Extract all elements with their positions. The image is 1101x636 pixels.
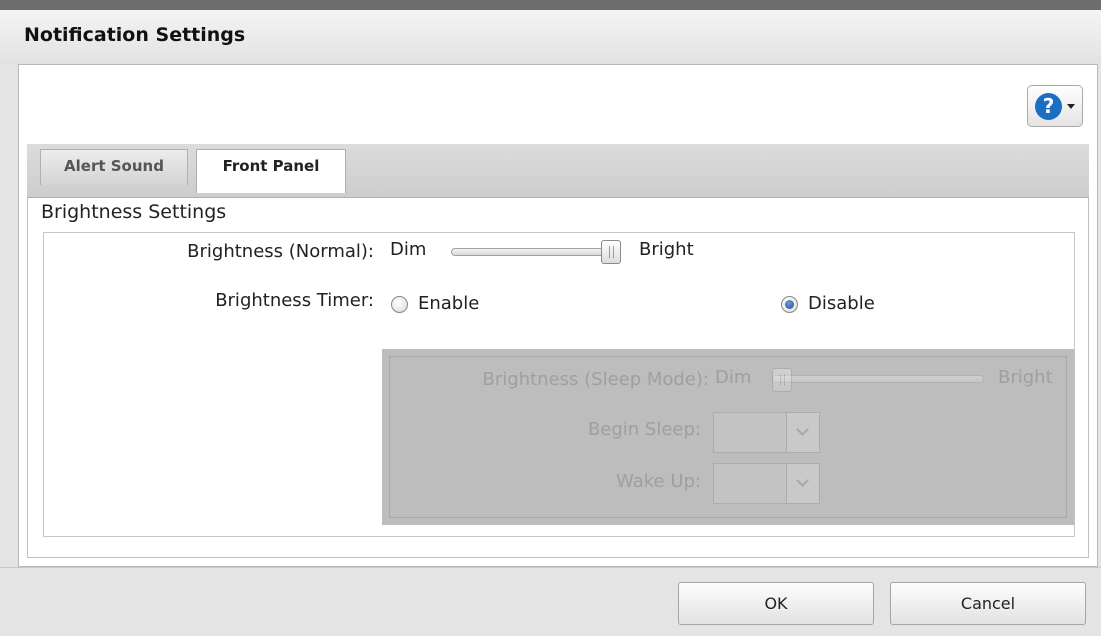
begin-sleep-label: Begin Sleep: bbox=[587, 419, 701, 440]
cancel-button[interactable]: Cancel bbox=[890, 582, 1086, 625]
front-panel-tab-content: Brightness Settings Brightness (Normal):… bbox=[27, 198, 1089, 558]
section-title: Brightness Settings bbox=[41, 201, 227, 223]
brightness-normal-bright-label: Bright bbox=[639, 239, 694, 260]
wake-up-select bbox=[713, 463, 820, 504]
ok-button[interactable]: OK bbox=[678, 582, 874, 625]
timer-disable-label[interactable]: Disable bbox=[808, 293, 875, 314]
chevron-down-icon bbox=[786, 413, 819, 452]
window-top-strip bbox=[0, 0, 1101, 10]
brightness-sleep-label: Brightness (Sleep Mode): bbox=[482, 369, 709, 390]
brightness-sleep-slider-thumb bbox=[772, 368, 792, 392]
chevron-down-icon bbox=[786, 464, 819, 503]
tab-bar: Alert Sound Front Panel bbox=[27, 144, 1089, 198]
begin-sleep-select bbox=[713, 412, 820, 453]
brightness-settings-group: Brightness (Normal): Dim Bright Brightne… bbox=[43, 232, 1075, 537]
dialog-title: Notification Settings bbox=[24, 24, 246, 46]
tab-alert-sound[interactable]: Alert Sound bbox=[40, 149, 188, 185]
brightness-normal-slider-track[interactable] bbox=[451, 248, 621, 256]
brightness-normal-label: Brightness (Normal): bbox=[187, 241, 374, 262]
dialog-titlebar: Notification Settings bbox=[0, 10, 1101, 64]
brightness-normal-dim-label: Dim bbox=[390, 239, 427, 260]
wake-up-label: Wake Up: bbox=[616, 471, 701, 492]
timer-enable-radio[interactable] bbox=[391, 296, 408, 313]
help-icon-label: ? bbox=[1042, 94, 1055, 118]
brightness-normal-slider-thumb[interactable] bbox=[601, 240, 621, 264]
timer-disable-radio[interactable] bbox=[781, 296, 798, 313]
tab-front-panel[interactable]: Front Panel bbox=[196, 149, 346, 193]
help-dropdown-button[interactable]: ? bbox=[1027, 85, 1083, 127]
chevron-down-icon bbox=[1067, 103, 1075, 109]
brightness-timer-label: Brightness Timer: bbox=[215, 290, 374, 311]
brightness-sleep-bright-label: Bright bbox=[998, 367, 1053, 388]
dialog-footer: OK Cancel bbox=[0, 567, 1101, 636]
sleep-mode-group: Brightness (Sleep Mode): Dim Bright Begi… bbox=[382, 349, 1074, 525]
help-icon: ? bbox=[1035, 92, 1062, 120]
timer-enable-label[interactable]: Enable bbox=[418, 293, 479, 314]
sleep-mode-inner-frame: Brightness (Sleep Mode): Dim Bright Begi… bbox=[389, 356, 1067, 518]
brightness-sleep-dim-label: Dim bbox=[715, 367, 752, 388]
brightness-sleep-slider-track bbox=[772, 375, 984, 383]
dialog-content: ? Alert Sound Front Panel Brightness Set… bbox=[18, 64, 1098, 567]
